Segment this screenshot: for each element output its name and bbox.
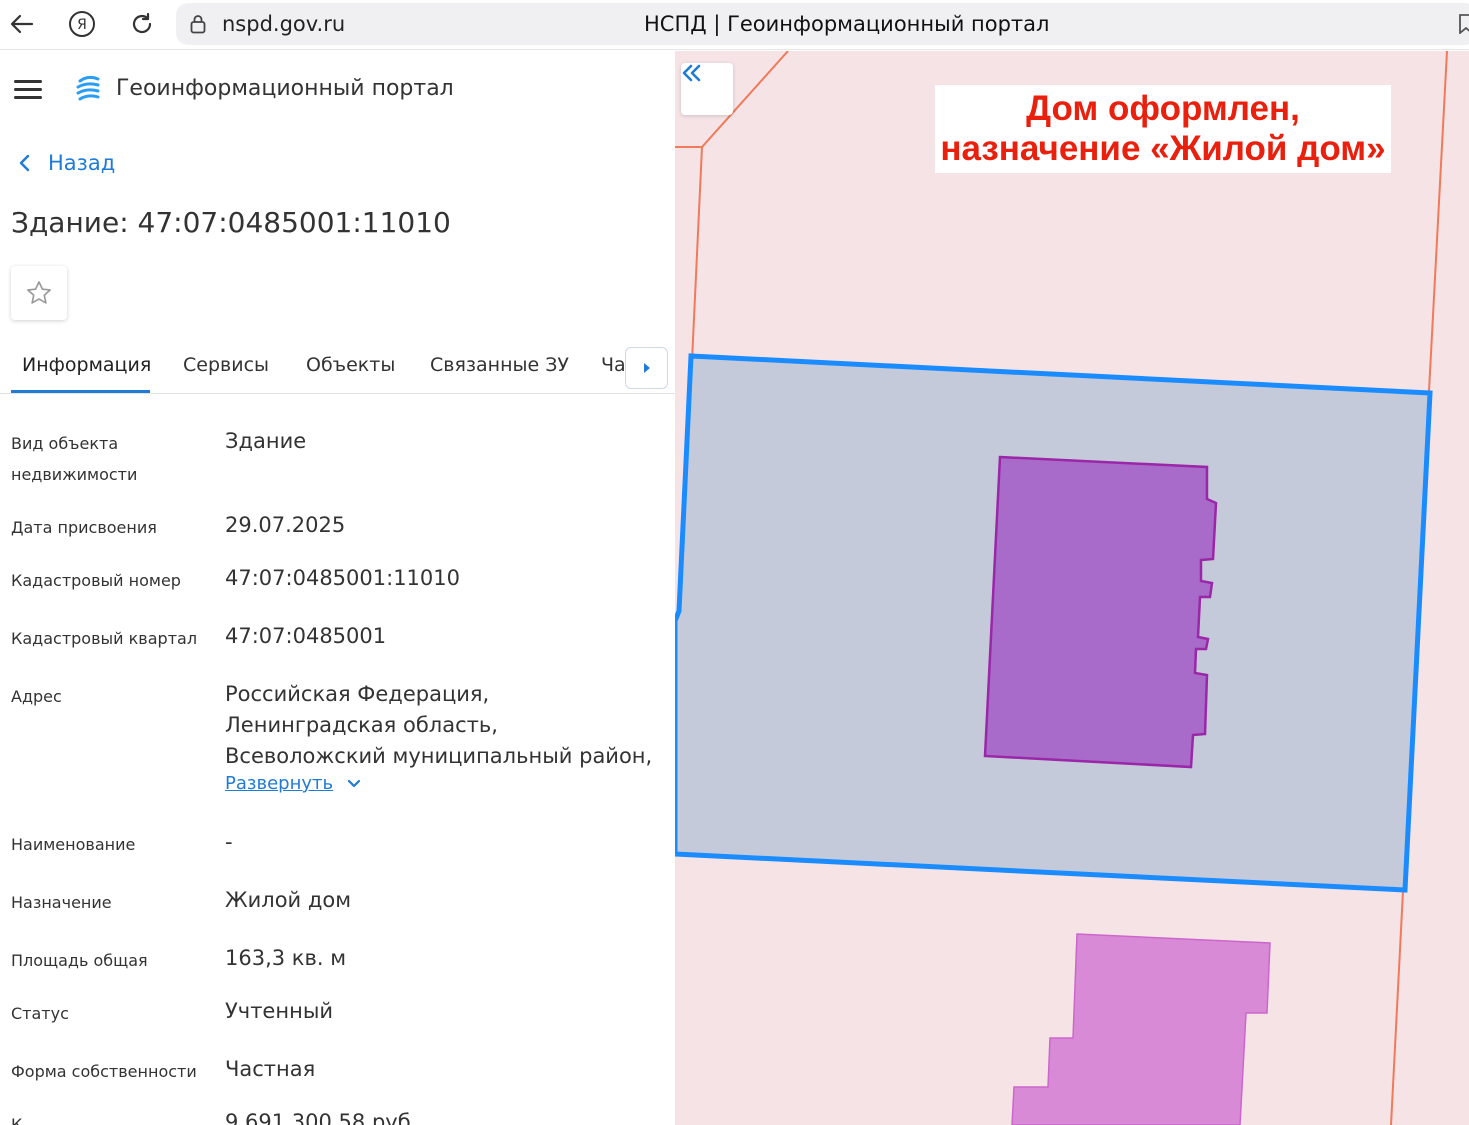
- favorite-button[interactable]: [11, 266, 67, 320]
- tab-objects[interactable]: Объекты: [306, 354, 395, 376]
- field-label: Адрес: [11, 687, 62, 706]
- map-annotation: Дом оформлен, назначение «Жилой дом»: [935, 85, 1391, 173]
- field-value: 163,3 кв. м: [225, 946, 347, 970]
- parcel-boundary-line: [691, 146, 703, 362]
- neighbor-building[interactable]: [1011, 933, 1271, 1125]
- active-tab-indicator: [11, 390, 150, 393]
- field-value: Российская Федерация, Ленинградская обла…: [225, 682, 653, 768]
- field-label: Дата присвоения: [11, 518, 157, 537]
- field-label: Назначение: [11, 893, 112, 912]
- caret-right-icon: [643, 363, 650, 373]
- yandex-logo-icon[interactable]: Я: [66, 8, 98, 40]
- svg-text:Я: Я: [77, 17, 87, 33]
- address-domain: nspd.gov.ru: [222, 12, 346, 36]
- expand-address-link[interactable]: Развернуть: [225, 773, 361, 794]
- building-footprint[interactable]: [983, 455, 1218, 769]
- field-value: Жилой дом: [225, 888, 352, 912]
- tab-related-land[interactable]: Связанные ЗУ: [430, 354, 569, 376]
- field-value: 29.07.2025: [225, 513, 346, 537]
- portal-logo-icon: [74, 75, 102, 107]
- browser-page-title: НСПД | Геоинформационный портал: [644, 12, 1050, 36]
- annotation-line-1: Дом оформлен,: [1026, 89, 1300, 128]
- tab-information[interactable]: Информация: [22, 354, 151, 376]
- tab-partial[interactable]: Ча: [601, 354, 626, 376]
- back-arrow-icon[interactable]: [6, 8, 38, 40]
- menu-icon[interactable]: [14, 80, 42, 100]
- back-label: Назад: [48, 151, 116, 175]
- expand-label: Развернуть: [225, 773, 334, 794]
- annotation-line-2: назначение «Жилой дом»: [940, 129, 1386, 168]
- field-label: Площадь общая: [11, 951, 148, 970]
- field-value: -: [225, 830, 233, 854]
- back-link[interactable]: Назад: [18, 151, 115, 175]
- field-value: Учтенный: [225, 999, 334, 1023]
- field-label: Наименование: [11, 835, 136, 854]
- double-chevron-left-icon: [682, 64, 701, 82]
- info-panel: Геоинформационный портал Назад Здание: 4…: [0, 51, 675, 1125]
- parcel-boundary-line: [1390, 890, 1404, 1125]
- field-value: 47:07:0485001: [225, 624, 387, 648]
- field-value: 9 691 300,58 руб: [225, 1110, 411, 1125]
- reload-icon[interactable]: [126, 8, 158, 40]
- collapse-panel-button[interactable]: [681, 63, 733, 115]
- chevron-down-icon: [347, 779, 361, 788]
- page-title: Здание: 47:07:0485001:11010: [11, 206, 451, 239]
- field-value: 47:07:0485001:11010: [225, 566, 460, 590]
- field-value: Частная: [225, 1057, 316, 1081]
- field-label: Статус: [11, 1004, 69, 1023]
- field-label: Кадастровый номер: [11, 571, 181, 590]
- address-bar[interactable]: nspd.gov.ru НСПД | Геоинформационный пор…: [176, 3, 1469, 45]
- field-label: Вид объекта недвижимости: [11, 434, 138, 484]
- bookmark-icon[interactable]: [1459, 14, 1469, 38]
- field-label: Форма собственности: [11, 1062, 197, 1081]
- field-label: Кадастровый квартал: [11, 629, 198, 648]
- map-view[interactable]: Дом оформлен, назначение «Жилой дом»: [675, 51, 1469, 1125]
- chevron-left-icon: [19, 154, 30, 172]
- map-canvas[interactable]: [675, 51, 1469, 1125]
- tabs-scroll-right-button[interactable]: [625, 347, 668, 389]
- portal-name: Геоинформационный портал: [116, 76, 454, 101]
- tab-services[interactable]: Сервисы: [183, 354, 269, 376]
- star-icon: [27, 281, 51, 304]
- tab-bar: Информация Сервисы Объекты Связанные ЗУ …: [0, 341, 675, 394]
- lock-icon: [190, 14, 206, 38]
- browser-toolbar: Я nspd.gov.ru НСПД | Геоинформационный п…: [0, 0, 1469, 50]
- field-label: К: [11, 1115, 23, 1125]
- parcel-boundary-line: [1428, 51, 1448, 392]
- field-value: Здание: [225, 429, 307, 453]
